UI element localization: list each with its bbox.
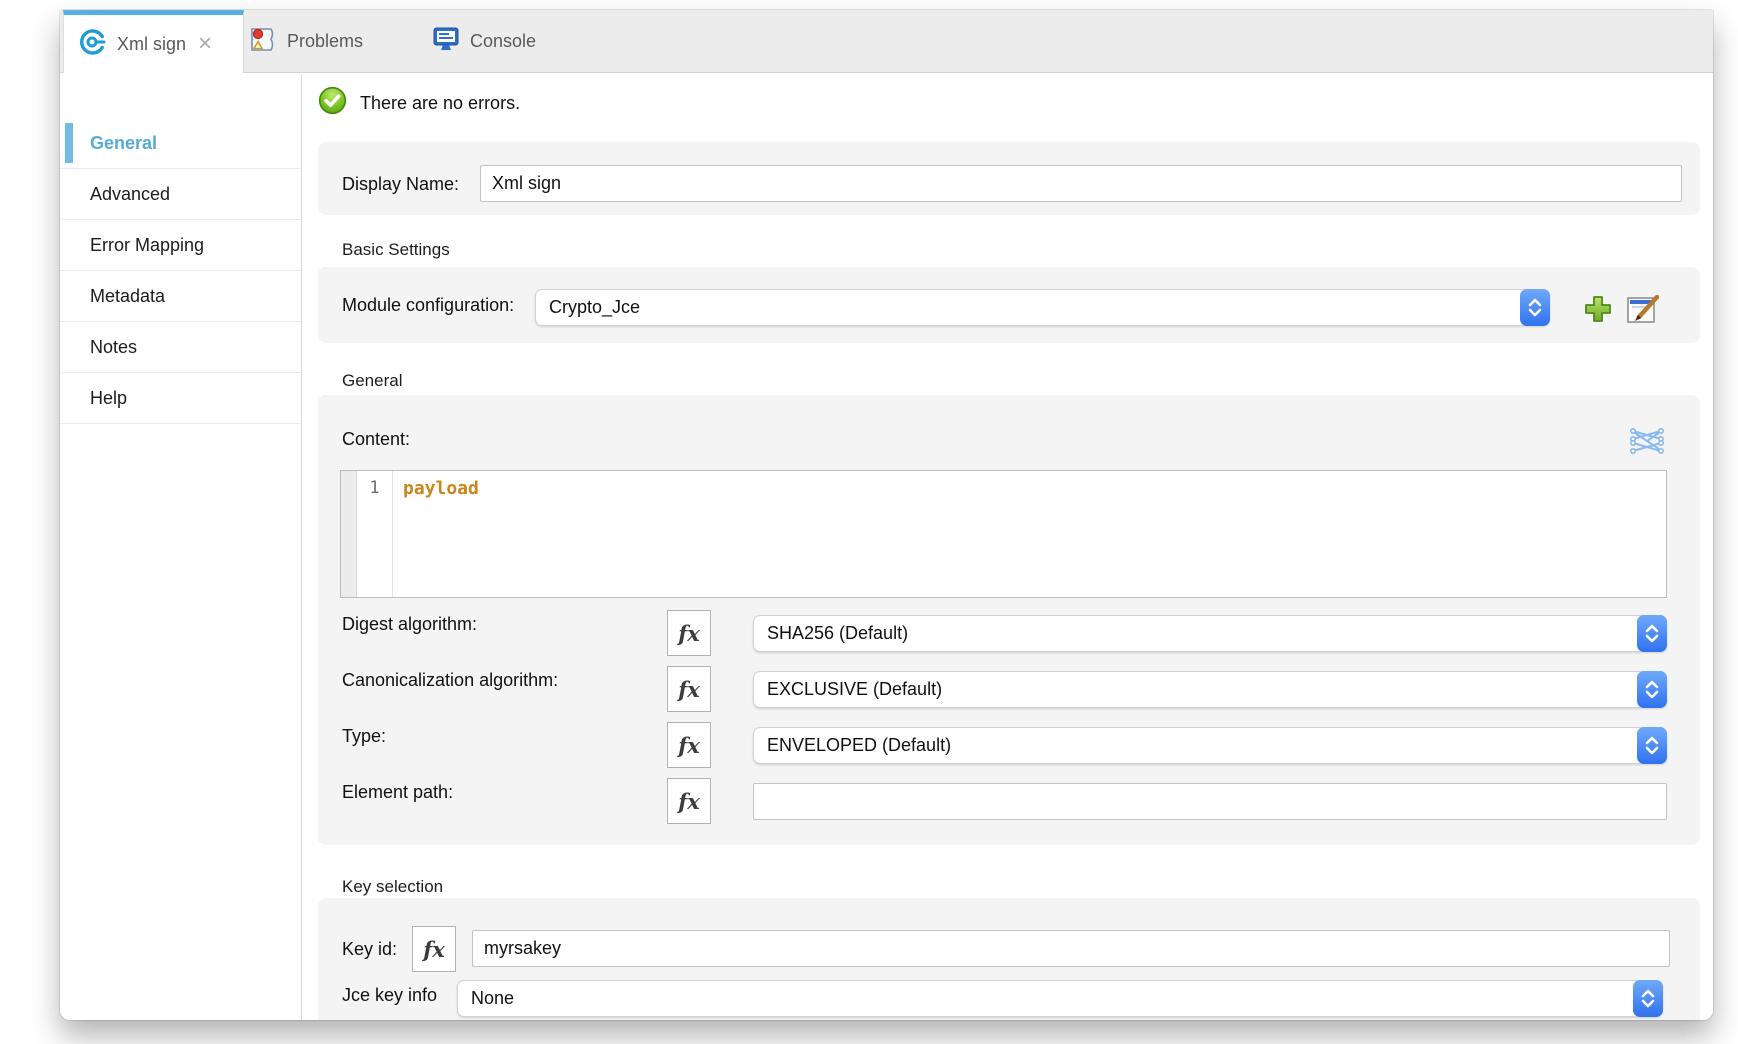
module-configuration-label: Module configuration: (342, 295, 514, 316)
jce-key-info-label: Jce key info (342, 985, 437, 1006)
chevron-up-down-icon (1520, 289, 1550, 326)
fx-button-type[interactable]: fx (667, 722, 711, 768)
tab-strip: Xml sign × Problems (60, 10, 1713, 73)
fx-button-digest[interactable]: fx (667, 610, 711, 656)
canonicalization-algorithm-value: EXCLUSIVE (Default) (767, 679, 942, 700)
jce-key-info-value: None (471, 988, 514, 1009)
crypto-connector-icon (77, 27, 107, 62)
chevron-up-down-icon (1637, 671, 1667, 708)
key-id-input[interactable] (472, 930, 1670, 967)
content-code-editor[interactable]: 1 payload (340, 470, 1667, 598)
display-name-input[interactable] (480, 165, 1682, 202)
element-path-label: Element path: (342, 782, 453, 803)
chevron-up-down-icon (1637, 727, 1667, 764)
general-section-header: General (342, 371, 402, 391)
sidebar-item-help[interactable]: Help (60, 373, 301, 424)
sidebar-item-general[interactable]: General (60, 118, 301, 169)
properties-editor-window: Xml sign × Problems (60, 10, 1713, 1020)
jce-key-info-select[interactable]: None (457, 980, 1663, 1017)
fx-button-element-path[interactable]: fx (667, 778, 711, 824)
chevron-up-down-icon (1633, 980, 1663, 1017)
dataweave-transform-icon[interactable] (1628, 423, 1666, 464)
digest-algorithm-value: SHA256 (Default) (767, 623, 908, 644)
edit-global-config-button[interactable] (1626, 295, 1660, 330)
type-select[interactable]: ENVELOPED (Default) (753, 727, 1667, 764)
key-selection-header: Key selection (342, 877, 443, 897)
tab-label: Xml sign (117, 34, 186, 55)
sidebar-item-metadata[interactable]: Metadata (60, 271, 301, 322)
tab-label: Console (470, 31, 536, 52)
chevron-up-down-icon (1637, 615, 1667, 652)
problems-icon (250, 26, 277, 58)
status-message: There are no errors. (360, 93, 520, 114)
editor-code-payload: payload (393, 471, 479, 597)
properties-sidebar: General Advanced Error Mapping Metadata … (60, 74, 302, 1020)
digest-algorithm-label: Digest algorithm: (342, 614, 477, 635)
element-path-input[interactable] (753, 783, 1667, 820)
tab-console[interactable]: Console (432, 10, 536, 73)
fx-button-canonicalization[interactable]: fx (667, 666, 711, 712)
tab-xml-sign[interactable]: Xml sign × (63, 10, 244, 73)
editor-gutter (341, 471, 357, 597)
module-configuration-value: Crypto_Jce (549, 297, 640, 318)
key-id-label: Key id: (342, 939, 397, 960)
basic-settings-header: Basic Settings (342, 240, 450, 260)
type-value: ENVELOPED (Default) (767, 735, 951, 756)
content-label: Content: (342, 429, 410, 450)
tab-label: Problems (287, 31, 363, 52)
sidebar-item-advanced[interactable]: Advanced (60, 169, 301, 220)
fx-button-key-id[interactable]: fx (412, 926, 456, 972)
tab-problems[interactable]: Problems (250, 10, 363, 73)
sidebar-item-error-mapping[interactable]: Error Mapping (60, 220, 301, 271)
add-global-config-button[interactable] (1583, 294, 1613, 329)
sidebar-item-notes[interactable]: Notes (60, 322, 301, 373)
console-icon (432, 26, 460, 58)
module-configuration-select[interactable]: Crypto_Jce (535, 289, 1550, 326)
digest-algorithm-select[interactable]: SHA256 (Default) (753, 615, 1667, 652)
type-label: Type: (342, 726, 386, 747)
display-name-label: Display Name: (342, 174, 459, 195)
canonicalization-algorithm-select[interactable]: EXCLUSIVE (Default) (753, 671, 1667, 708)
canonicalization-algorithm-label: Canonicalization algorithm: (342, 670, 558, 691)
success-check-icon (318, 86, 347, 120)
editor-line-number: 1 (357, 471, 393, 597)
status-row: There are no errors. (318, 86, 520, 120)
close-icon[interactable]: × (198, 34, 212, 54)
